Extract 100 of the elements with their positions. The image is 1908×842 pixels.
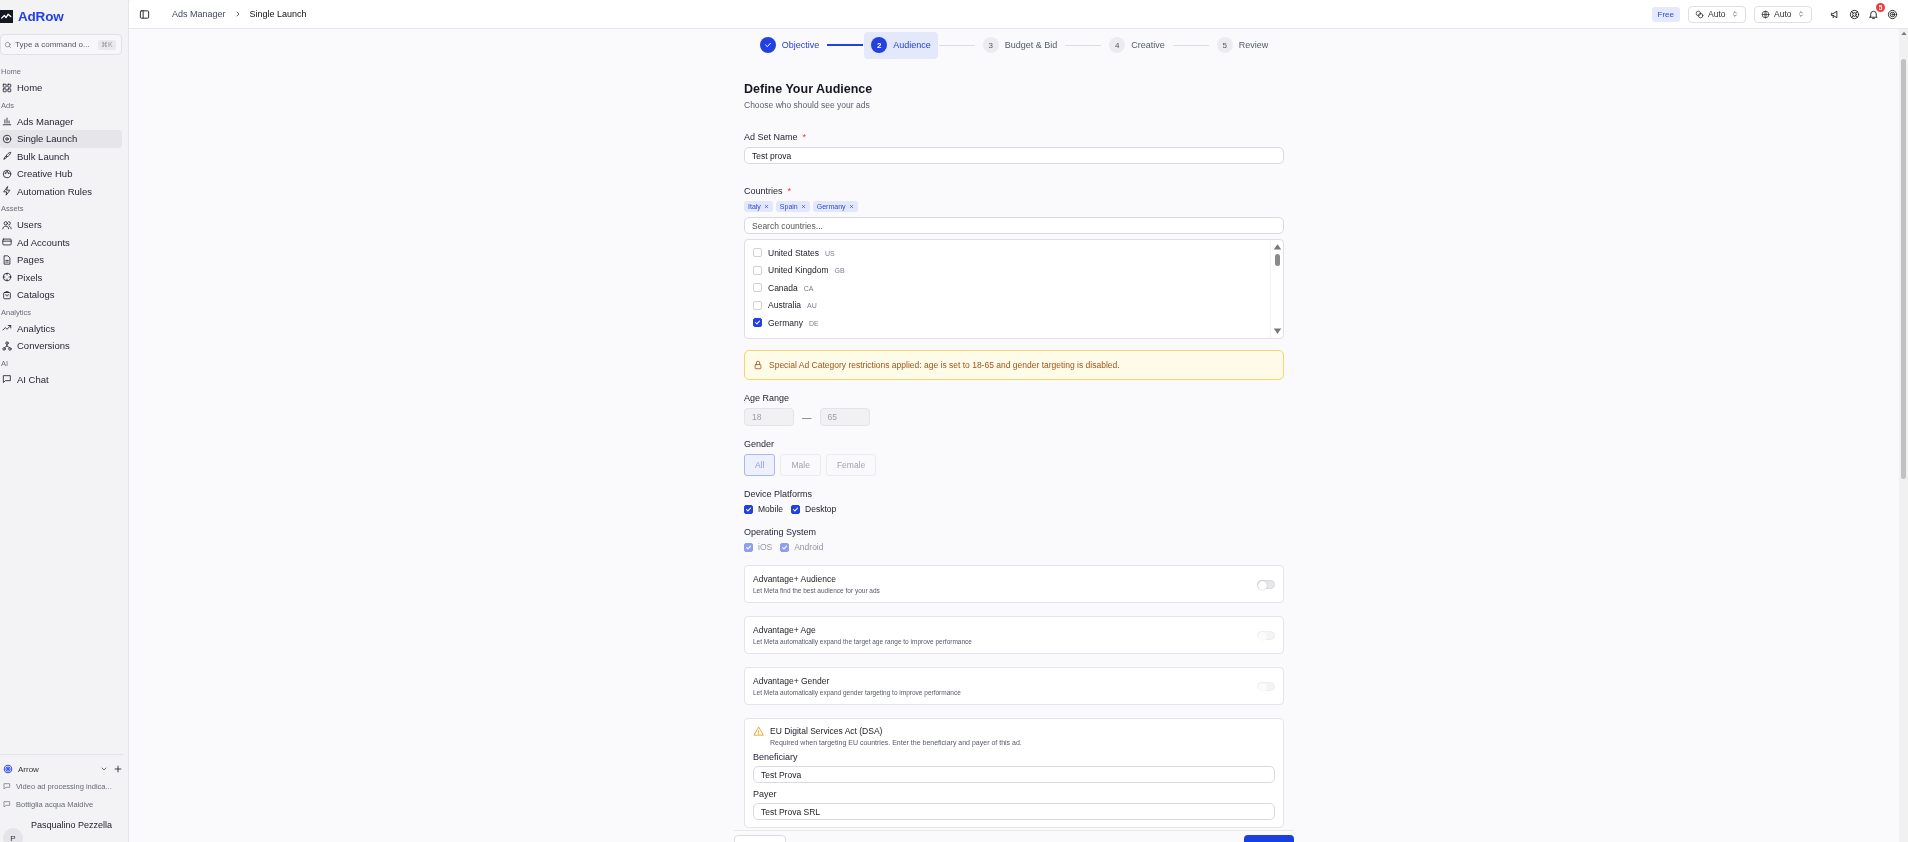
user-name: Pasqualino Pezzella — [31, 820, 113, 830]
nav-item[interactable]: Bulk Launch — [0, 147, 122, 165]
bell-icon — [1868, 8, 1879, 20]
brand-name: AdRow — [18, 8, 64, 24]
nav-item[interactable]: Automation Rules — [0, 182, 122, 200]
target-icon — [3, 764, 13, 774]
form-subtitle: Choose who should see your ads — [744, 100, 871, 110]
plan-badge: Free — [1651, 6, 1680, 22]
plus-icon[interactable] — [113, 764, 123, 774]
remove-icon[interactable] — [763, 204, 769, 209]
help-button[interactable] — [1849, 8, 1860, 20]
chat-bubble-icon — [3, 800, 11, 808]
required-mark: * — [787, 186, 792, 196]
nav-item[interactable]: Conversions — [0, 337, 122, 355]
check-icon — [781, 543, 789, 551]
field-label: Age Range — [744, 393, 790, 403]
nav-item[interactable]: Single Launch — [0, 130, 122, 148]
form-title: Define Your Audience — [744, 82, 874, 96]
goals-button[interactable] — [1887, 8, 1898, 20]
avatar: P — [3, 828, 23, 842]
nav-item[interactable]: AI Chat — [0, 370, 122, 388]
nav-item[interactable]: Creative Hub — [0, 165, 122, 183]
announcements-button[interactable] — [1830, 8, 1841, 20]
document-icon — [2, 254, 12, 265]
checkbox[interactable] — [753, 318, 762, 328]
step-tab[interactable]: Objective — [752, 31, 827, 59]
check-icon — [763, 41, 772, 49]
nav-item[interactable]: Pixels — [0, 268, 122, 286]
field-label: Operating System — [744, 527, 817, 537]
command-search-input[interactable]: Type a command o... — [15, 40, 95, 49]
breadcrumb-current: Single Launch — [249, 9, 307, 19]
country-name: United Kingdom — [768, 265, 829, 276]
checkbox-label: Android — [794, 542, 824, 552]
sidebar-toggle-icon[interactable] — [139, 8, 150, 20]
select-dropdown[interactable]: Auto — [1754, 5, 1812, 23]
users-icon — [2, 219, 12, 230]
field-label: Beneficiary — [753, 752, 798, 762]
toggle-switch[interactable] — [1257, 579, 1275, 589]
coins-icon — [1695, 9, 1704, 19]
required-mark: * — [802, 132, 807, 142]
setting-title: Advantage+ Audience — [753, 574, 837, 584]
notifications-button[interactable] — [1868, 8, 1879, 20]
nav-item[interactable]: Ad Accounts — [0, 233, 122, 251]
step-tab[interactable]: 4 Creative — [1102, 31, 1172, 59]
grid-icon — [2, 82, 12, 93]
nav-item[interactable]: Analytics — [0, 319, 122, 337]
setting-title: Advantage+ Age — [753, 625, 817, 635]
remove-icon[interactable] — [848, 204, 854, 209]
checkbox[interactable] — [744, 504, 753, 514]
step-tab[interactable]: 2 Audience — [864, 31, 938, 59]
country-name: Canada — [768, 282, 798, 293]
country-search-field[interactable]: Search countries... — [744, 217, 1284, 234]
select-dropdown[interactable]: Auto — [1688, 5, 1746, 23]
aperture-icon — [2, 272, 12, 283]
remove-icon[interactable] — [800, 204, 806, 209]
scrollbar[interactable] — [1899, 29, 1908, 842]
check-icon — [745, 543, 752, 551]
chat-bubble-icon — [3, 782, 11, 790]
field-label: Payer — [753, 789, 777, 799]
step-tab[interactable]: 5 Review — [1209, 31, 1276, 59]
text-field[interactable]: Test Prova — [753, 766, 1275, 783]
ad-set-name-field[interactable]: Test prova — [744, 147, 1284, 164]
lightning-icon — [2, 186, 12, 197]
field-label: Device Platforms — [744, 489, 813, 499]
field-label: Countries — [744, 186, 783, 196]
crosshair-icon — [2, 133, 12, 144]
scrollbar-thumb[interactable] — [1901, 59, 1906, 479]
nav-item[interactable]: Ads Manager — [0, 112, 122, 130]
warning-icon — [753, 726, 764, 737]
nav-item[interactable]: Catalogs — [0, 286, 122, 304]
checkbox-label: Mobile — [758, 504, 784, 514]
country-name: Germany — [768, 317, 803, 328]
check-icon — [754, 319, 761, 327]
checkbox-label: Desktop — [805, 504, 837, 514]
breadcrumb-link[interactable]: Ads Manager — [172, 9, 226, 19]
nav-item[interactable]: Users — [0, 216, 122, 234]
scroll-up-icon — [1272, 242, 1282, 251]
checkbox[interactable] — [791, 504, 801, 514]
nav-item[interactable]: Home — [0, 79, 122, 97]
check-icon — [745, 505, 752, 513]
nav-item[interactable]: Pages — [0, 251, 122, 269]
text-field[interactable]: Test Prova SRL — [753, 803, 1275, 820]
chat-bubble-icon — [2, 374, 12, 385]
scrollbar-thumb[interactable] — [1274, 254, 1280, 266]
bar-chart-icon — [2, 116, 12, 127]
workspace-name: Arrow — [18, 764, 40, 774]
setting-title: Advantage+ Gender — [753, 676, 831, 686]
shopping-bag-icon — [2, 289, 12, 300]
check-icon — [792, 505, 800, 513]
lock-icon — [753, 360, 763, 370]
field-label: Gender — [744, 439, 775, 449]
up-down-icon — [1797, 10, 1805, 18]
target-icon — [1887, 8, 1898, 20]
chevron-down-icon[interactable] — [100, 765, 108, 773]
country-name: United States — [768, 247, 820, 258]
step-tab[interactable]: 3 Budget & Bid — [975, 31, 1065, 59]
country-name: Australia — [768, 300, 802, 311]
lifebuoy-icon — [1849, 8, 1860, 20]
list-scrollbar[interactable] — [1270, 240, 1283, 338]
trend-line-icon — [2, 323, 12, 334]
